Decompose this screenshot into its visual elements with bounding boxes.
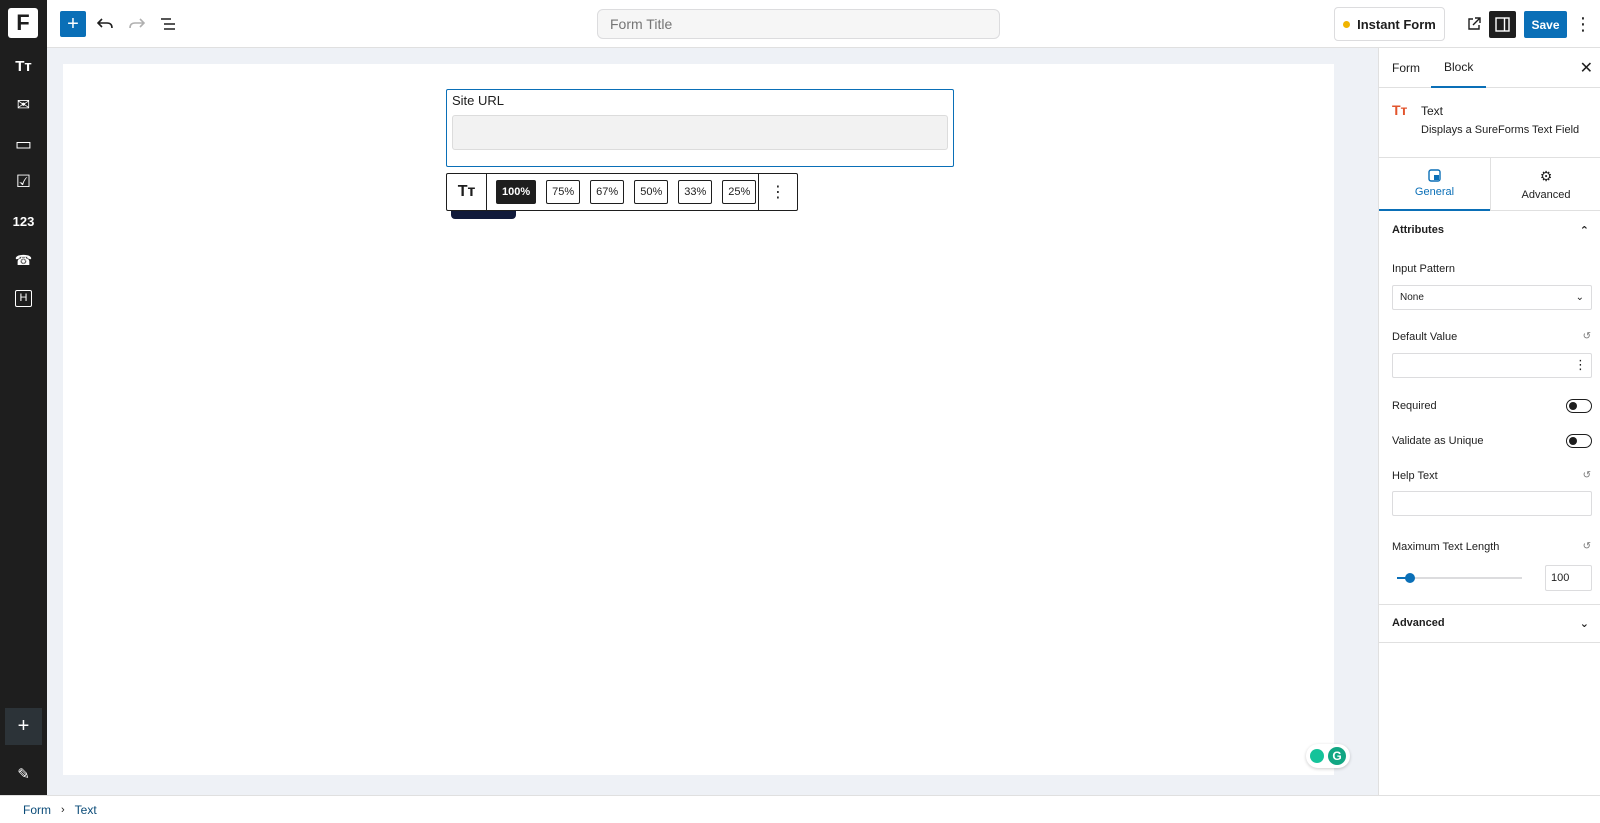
textarea-block-icon[interactable]: ▭ (0, 130, 47, 158)
help-text-label: Help Text (1392, 470, 1438, 482)
chevron-down-icon: ⌄ (1575, 292, 1584, 303)
editor-canvas-area: Site URL Tт 100% 75% 67% 50% 33% 25% ⋮ G (47, 48, 1378, 795)
input-pattern-label: Input Pattern (1392, 263, 1455, 275)
max-length-input[interactable]: 100 (1545, 565, 1592, 591)
reset-icon[interactable]: ↺ (1583, 331, 1591, 342)
width-100-button[interactable]: 100% (496, 180, 537, 204)
width-25-button[interactable]: 25% (722, 180, 757, 204)
input-pattern-value: None (1400, 292, 1424, 303)
breadcrumb-form[interactable]: Form (23, 803, 51, 817)
field-input-preview[interactable] (452, 115, 948, 150)
chevron-down-icon: ⌄ (1579, 617, 1589, 630)
chevron-up-icon: ⌃ (1579, 224, 1589, 237)
redo-icon[interactable] (124, 11, 150, 37)
external-link-icon[interactable] (1461, 11, 1487, 37)
slider-thumb[interactable] (1404, 573, 1415, 583)
app-logo[interactable]: F (8, 8, 38, 38)
close-icon[interactable]: ✕ (1580, 58, 1593, 78)
unique-toggle[interactable] (1566, 434, 1592, 448)
width-50-button[interactable]: 50% (634, 180, 669, 204)
left-sidebar: F Tт ✉ ▭ ☑ 123 ☎ H + ✎ (0, 0, 47, 823)
tab-advanced[interactable]: ⚙ Advanced (1490, 158, 1600, 211)
gear-icon: ⚙ (1539, 168, 1553, 184)
max-length-slider[interactable] (1397, 573, 1522, 583)
advanced-section-header[interactable]: Advanced ⌄ (1379, 604, 1600, 642)
grammarly-icon: G (1328, 747, 1346, 765)
block-description: Displays a SureForms Text Field (1421, 124, 1580, 136)
undo-icon[interactable] (92, 11, 118, 37)
checkbox-block-icon[interactable]: ☑ (0, 168, 47, 196)
grammarly-widget[interactable]: G (1306, 744, 1350, 768)
top-toolbar: + Instant Form Save ⋮ (47, 0, 1600, 48)
heading-glyph: H (15, 289, 32, 307)
toggle-knob (1569, 402, 1577, 410)
bulb-icon (1310, 749, 1324, 763)
heading-block-icon[interactable]: H (0, 284, 47, 312)
save-button[interactable]: Save (1524, 11, 1567, 38)
width-67-button[interactable]: 67% (590, 180, 625, 204)
unique-label: Validate as Unique (1392, 435, 1484, 447)
required-label: Required (1392, 400, 1437, 412)
phone-block-icon[interactable]: ☎ (0, 246, 47, 274)
tab-advanced-label: Advanced (1521, 189, 1571, 201)
document-overview-icon[interactable] (155, 11, 181, 37)
breadcrumb: Form › Text (0, 795, 1600, 823)
chevron-right-icon: › (61, 803, 65, 816)
text-block-type-icon: Tт (1392, 102, 1408, 118)
block-inserter-button[interactable]: + (60, 11, 86, 37)
form-title-input[interactable] (597, 9, 1000, 39)
help-text-input[interactable] (1392, 491, 1592, 516)
number-block-icon[interactable]: 123 (0, 207, 47, 235)
email-block-icon[interactable]: ✉ (0, 91, 47, 119)
text-block-icon[interactable]: Tт (0, 52, 47, 80)
divider (1379, 642, 1600, 643)
block-card: Tт Text Displays a SureForms Text Field (1379, 88, 1600, 158)
reset-icon[interactable]: ↺ (1583, 541, 1591, 552)
block-inspector: Form Block ✕ Tт Text Displays a SureForm… (1378, 48, 1600, 795)
add-block-button[interactable]: + (5, 708, 42, 745)
reset-icon[interactable]: ↺ (1583, 470, 1591, 481)
block-toolbar: Tт 100% 75% 67% 50% 33% 25% ⋮ (446, 173, 798, 211)
tab-general-label: General (1414, 186, 1455, 198)
width-75-button[interactable]: 75% (546, 180, 581, 204)
input-pattern-select[interactable]: None ⌄ (1392, 285, 1592, 310)
inspector-tabs: Form Block ✕ (1379, 48, 1600, 88)
instant-form-label: Instant Form (1357, 16, 1436, 32)
settings-panel-toggle[interactable] (1489, 11, 1516, 38)
required-toggle[interactable] (1566, 399, 1592, 413)
tab-form[interactable]: Form (1392, 48, 1420, 88)
edit-icon[interactable]: ✎ (0, 760, 47, 788)
max-length-label: Maximum Text Length (1392, 541, 1500, 553)
status-dot (1343, 20, 1351, 28)
block-options-icon[interactable]: ⋮ (759, 174, 797, 210)
instant-form-button[interactable]: Instant Form (1334, 7, 1445, 41)
field-label[interactable]: Site URL (452, 93, 504, 108)
attributes-heading: Attributes (1392, 224, 1444, 236)
options-menu-icon[interactable]: ⋮ (1573, 11, 1593, 37)
toggle-knob (1569, 437, 1577, 445)
width-options: 100% 75% 67% 50% 33% 25% (487, 174, 759, 210)
text-field-block[interactable]: Site URL (446, 89, 954, 167)
attributes-section-header[interactable]: Attributes ⌃ (1379, 211, 1600, 249)
block-type-icon[interactable]: Tт (447, 174, 487, 210)
advanced-heading: Advanced (1392, 617, 1445, 629)
settings-subtabs: General ⚙ Advanced (1379, 158, 1600, 211)
width-33-button[interactable]: 33% (678, 180, 713, 204)
form-canvas[interactable]: Site URL Tт 100% 75% 67% 50% 33% 25% ⋮ G (63, 64, 1350, 775)
general-icon (1428, 169, 1441, 182)
tab-block[interactable]: Block (1431, 48, 1487, 88)
breadcrumb-text[interactable]: Text (75, 803, 97, 817)
dynamic-value-icon[interactable]: ⋮ (1574, 357, 1587, 373)
block-title: Text (1421, 104, 1444, 118)
default-value-label: Default Value (1392, 331, 1458, 343)
tab-general[interactable]: General (1379, 158, 1490, 211)
default-value-input[interactable]: ⋮ (1392, 353, 1592, 378)
